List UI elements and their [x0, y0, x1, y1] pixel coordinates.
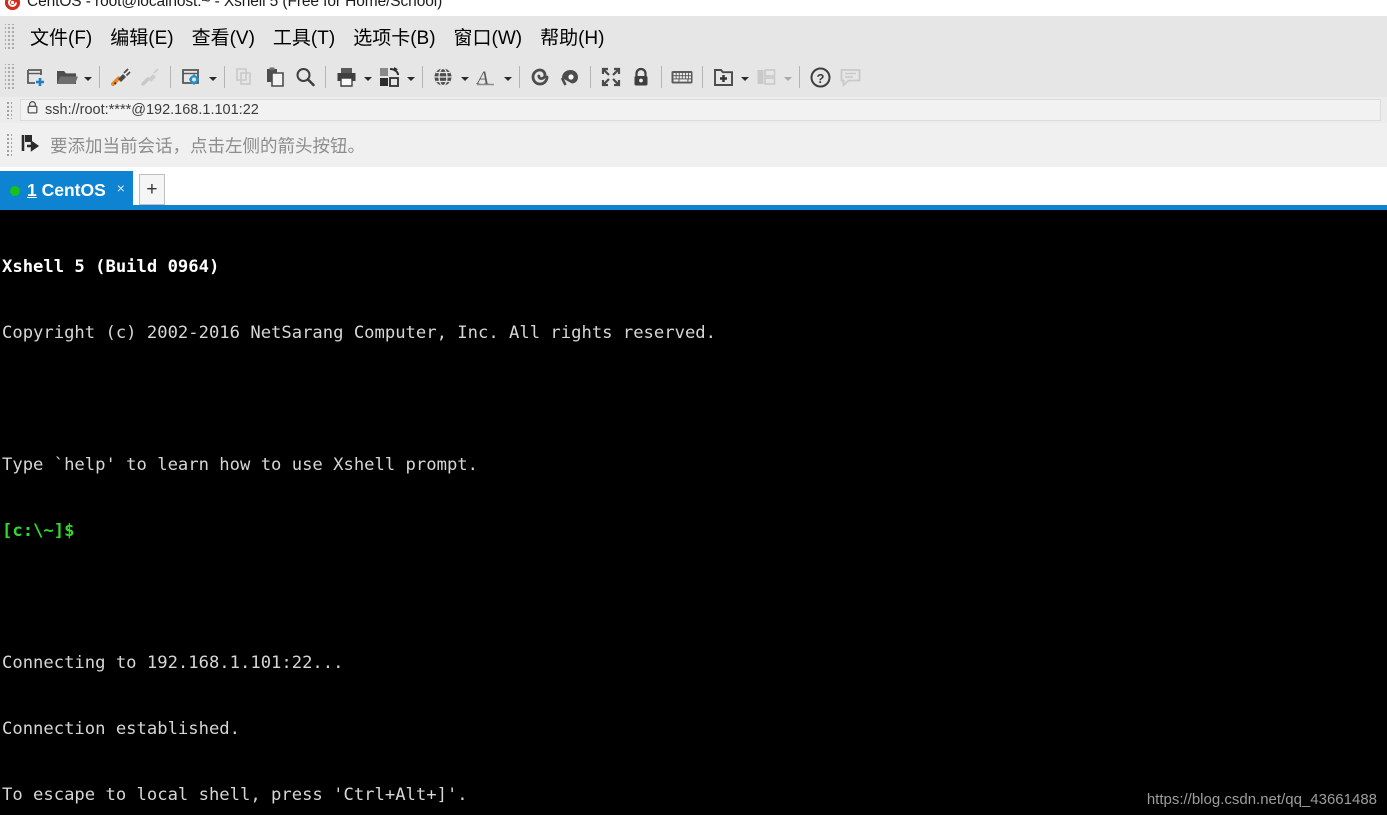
swirl-trace-icon[interactable]	[555, 62, 585, 92]
toolbar-separator	[99, 66, 100, 88]
menu-tools[interactable]: 工具(T)	[264, 21, 344, 52]
menubar-gripper[interactable]	[5, 23, 14, 50]
toolbar-separator	[519, 66, 520, 88]
layout-dropdown-icon	[781, 62, 794, 92]
tab-label: 1 CentOS	[27, 180, 106, 201]
toolbar-separator	[702, 66, 703, 88]
add-folder-icon[interactable]	[708, 62, 738, 92]
terminal-line: Copyright (c) 2002-2016 NetSarang Comput…	[2, 323, 716, 343]
tab-centos[interactable]: 1 CentOS ×	[0, 171, 133, 210]
font-icon[interactable]: A	[471, 62, 501, 92]
font-dropdown-icon[interactable]	[501, 62, 514, 92]
toolbar-separator	[170, 66, 171, 88]
globe-icon[interactable]	[428, 62, 458, 92]
address-bar: ssh://root:****@192.168.1.101:22	[0, 97, 1387, 123]
toolbar-separator	[422, 66, 423, 88]
disconnect-plug-icon	[135, 62, 165, 92]
tab-status-dot-icon	[10, 185, 20, 196]
toolbar-gripper[interactable]	[5, 64, 14, 90]
new-tab-button[interactable]: +	[138, 174, 165, 205]
terminal-line: Connecting to 192.168.1.101:22...	[2, 653, 344, 673]
print-dropdown-icon[interactable]	[361, 62, 374, 92]
title-bar: CentOS - root@localhost:~ - Xshell 5 (Fr…	[0, 0, 1387, 16]
tab-name: CentOS	[41, 180, 106, 200]
lock-icon[interactable]	[626, 62, 656, 92]
terminal-line: Xshell 5 (Build 0964)	[2, 257, 220, 277]
print-icon[interactable]	[331, 62, 361, 92]
fullscreen-icon[interactable]	[596, 62, 626, 92]
layout-icon	[751, 62, 781, 92]
terminal-line: Type `help' to learn how to use Xshell p…	[2, 455, 478, 475]
help-icon[interactable]: ?	[805, 62, 835, 92]
toolbar: A ?	[0, 57, 1387, 97]
svg-text:?: ?	[816, 71, 824, 86]
window-title: CentOS - root@localhost:~ - Xshell 5 (Fr…	[27, 0, 443, 10]
menu-window[interactable]: 窗口(W)	[445, 21, 532, 52]
new-session-icon[interactable]	[21, 62, 51, 92]
hintbar-gripper[interactable]	[6, 133, 12, 157]
menu-view[interactable]: 查看(V)	[183, 21, 264, 52]
open-folder-icon[interactable]	[51, 62, 81, 92]
toolbar-separator	[325, 66, 326, 88]
toolbar-separator	[799, 66, 800, 88]
addressbar-gripper[interactable]	[6, 101, 12, 119]
toolbar-separator	[224, 66, 225, 88]
session-properties-dropdown-icon[interactable]	[206, 62, 219, 92]
chat-icon	[835, 62, 865, 92]
terminal-line: Connection established.	[2, 719, 240, 739]
file-transfer-icon[interactable]	[374, 62, 404, 92]
add-folder-dropdown-icon[interactable]	[738, 62, 751, 92]
toolbar-separator	[661, 66, 662, 88]
paste-icon[interactable]	[260, 62, 290, 92]
xshell-window: CentOS - root@localhost:~ - Xshell 5 (Fr…	[0, 0, 1387, 815]
menu-bar: 文件(F) 编辑(E) 查看(V) 工具(T) 选项卡(B) 窗口(W) 帮助(…	[0, 16, 1387, 57]
hint-bar: 要添加当前会话，点击左侧的箭头按钮。	[0, 123, 1387, 167]
connect-plug-icon[interactable]	[105, 62, 135, 92]
lock-icon	[27, 101, 38, 119]
toolbar-separator	[590, 66, 591, 88]
copy-icon	[230, 62, 260, 92]
globe-dropdown-icon[interactable]	[458, 62, 471, 92]
address-value: ssh://root:****@192.168.1.101:22	[45, 102, 259, 118]
menu-file[interactable]: 文件(F)	[21, 21, 101, 52]
tab-bar: 1 CentOS × +	[0, 167, 1387, 210]
swirl-log-icon[interactable]	[525, 62, 555, 92]
session-properties-icon[interactable]	[176, 62, 206, 92]
menu-help[interactable]: 帮助(H)	[531, 21, 613, 52]
hint-text: 要添加当前会话，点击左侧的箭头按钮。	[50, 135, 365, 156]
tab-close-icon[interactable]: ×	[117, 180, 125, 196]
keyboard-icon[interactable]	[667, 62, 697, 92]
find-icon[interactable]	[290, 62, 320, 92]
open-folder-dropdown-icon[interactable]	[81, 62, 94, 92]
add-session-flag-icon[interactable]	[20, 132, 42, 159]
watermark: https://blog.csdn.net/qq_43661488	[1146, 791, 1377, 808]
menu-edit[interactable]: 编辑(E)	[101, 21, 182, 52]
address-input[interactable]: ssh://root:****@192.168.1.101:22	[20, 99, 1381, 121]
xshell-logo-icon	[4, 0, 21, 11]
terminal-line-local-prompt: [c:\~]$	[2, 521, 75, 541]
terminal-output[interactable]: Xshell 5 (Build 0964) Copyright (c) 2002…	[0, 210, 1387, 815]
tab-number: 1	[27, 180, 37, 200]
menu-tabs[interactable]: 选项卡(B)	[344, 21, 444, 52]
file-transfer-dropdown-icon[interactable]	[404, 62, 417, 92]
